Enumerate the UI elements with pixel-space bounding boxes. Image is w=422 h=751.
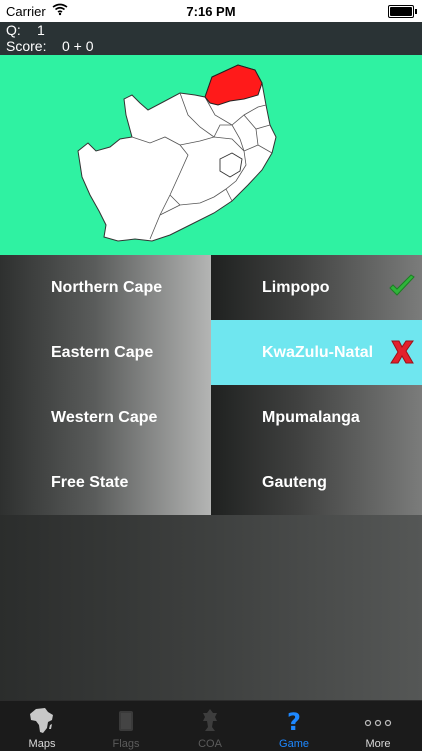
answer-grid: Northern Cape Eastern Cape Western Cape … xyxy=(0,255,422,515)
answer-button-mpumalanga[interactable]: Mpumalanga xyxy=(211,385,422,450)
score-label: Score: xyxy=(6,38,47,54)
flag-icon xyxy=(111,707,141,735)
answer-button-free-state[interactable]: Free State xyxy=(0,450,211,515)
answer-label: Mpumalanga xyxy=(262,409,360,426)
cross-icon xyxy=(388,338,416,366)
south-africa-map xyxy=(77,64,277,242)
score-panel: Q: 1 Score: 0 + 0 xyxy=(0,22,422,55)
answer-button-limpopo[interactable]: Limpopo xyxy=(211,255,422,320)
answer-button-eastern-cape[interactable]: Eastern Cape xyxy=(0,320,211,385)
tab-label: Game xyxy=(279,738,309,750)
map-area xyxy=(0,55,422,255)
answer-label: Eastern Cape xyxy=(51,344,154,361)
answer-button-kwazulu-natal[interactable]: KwaZulu-Natal xyxy=(211,320,422,385)
tab-label: Flags xyxy=(112,738,140,750)
score-value: 0 + 0 xyxy=(62,38,94,54)
answer-label: Northern Cape xyxy=(51,279,163,296)
svg-text:?: ? xyxy=(287,708,301,735)
score-row: Score: 0 + 0 xyxy=(6,38,94,54)
question-label: Q: xyxy=(6,22,21,38)
tab-label: More xyxy=(365,738,391,750)
answer-label: Limpopo xyxy=(262,279,330,296)
tab-bar: Maps Flags COA ? Game More xyxy=(0,700,422,751)
check-icon xyxy=(388,273,416,301)
empty-game-area xyxy=(0,515,422,700)
status-bar: Carrier 7:16 PM xyxy=(0,0,422,22)
question-mark-icon: ? xyxy=(279,707,309,736)
answer-button-gauteng[interactable]: Gauteng xyxy=(211,450,422,515)
coat-of-arms-icon xyxy=(195,707,225,735)
tab-maps[interactable]: Maps xyxy=(0,701,84,751)
answer-label: Free State xyxy=(51,474,129,491)
answer-label: KwaZulu-Natal xyxy=(262,344,374,361)
battery-icon xyxy=(388,5,417,18)
clock-time: 7:16 PM xyxy=(186,4,236,19)
answer-button-northern-cape[interactable]: Northern Cape xyxy=(0,255,211,320)
tab-more[interactable]: More xyxy=(336,701,420,751)
tab-game[interactable]: ? Game xyxy=(252,701,336,751)
answer-label: Western Cape xyxy=(51,409,158,426)
question-number: 1 xyxy=(37,22,45,38)
tab-label: Maps xyxy=(28,738,56,750)
answer-label: Gauteng xyxy=(262,474,327,491)
africa-map-icon xyxy=(27,707,57,735)
question-row: Q: 1 xyxy=(6,22,45,38)
tab-label: COA xyxy=(198,738,222,750)
answer-button-western-cape[interactable]: Western Cape xyxy=(0,385,211,450)
tab-flags[interactable]: Flags xyxy=(84,701,168,751)
more-dots-icon xyxy=(363,707,393,735)
tab-coa[interactable]: COA xyxy=(168,701,252,751)
